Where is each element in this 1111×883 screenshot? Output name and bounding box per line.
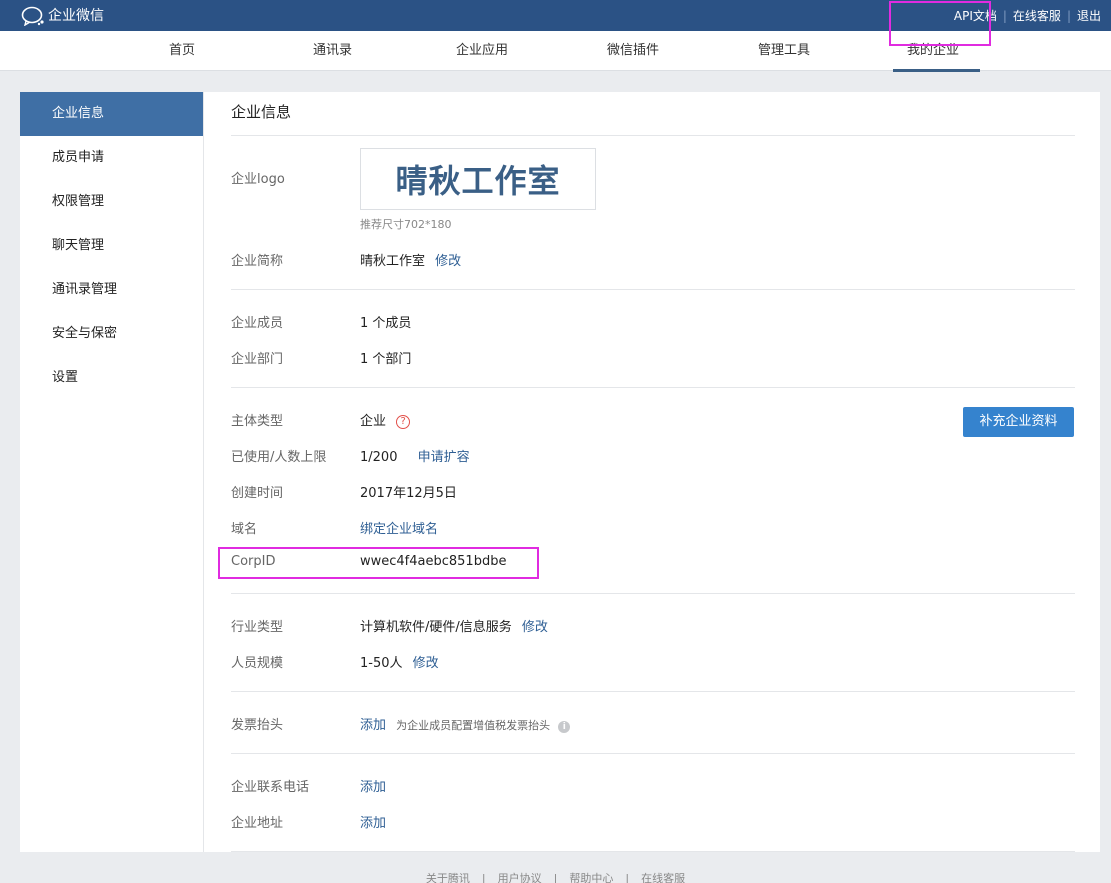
sidebar: 企业信息 成员申请 权限管理 聊天管理 通讯录管理 安全与保密 设置 xyxy=(20,92,204,852)
divider xyxy=(231,753,1075,754)
created-label: 创建时间 xyxy=(231,486,284,501)
logo-size-hint: 推荐尺寸702*180 xyxy=(360,218,452,231)
highlight-box-corpid xyxy=(218,547,539,579)
edit-industry-link[interactable]: 修改 xyxy=(522,620,548,635)
enterprise-logo[interactable]: 晴秋工作室 xyxy=(360,148,596,210)
edit-short-name-link[interactable]: 修改 xyxy=(435,254,461,269)
invoice-row: 添加 为企业成员配置增值税发票抬头 i xyxy=(360,714,571,733)
info-icon[interactable]: i xyxy=(558,721,571,733)
sidebar-item-member-applications[interactable]: 成员申请 xyxy=(20,136,203,180)
scale-value: 1-50人 xyxy=(360,656,403,671)
nav-management-tools[interactable]: 管理工具 xyxy=(758,31,810,71)
domain-label: 域名 xyxy=(231,522,258,537)
usage-row: 1/200 申请扩容 xyxy=(360,446,470,465)
divider xyxy=(231,289,1075,290)
industry-row: 计算机软件/硬件/信息服务 修改 xyxy=(360,616,548,635)
nav-home[interactable]: 首页 xyxy=(169,31,195,71)
separator: | xyxy=(553,872,558,883)
logo-label: 企业logo xyxy=(231,172,285,187)
members-label: 企业成员 xyxy=(231,316,284,331)
sidebar-item-enterprise-info[interactable]: 企业信息 xyxy=(20,92,203,136)
invoice-note: 为企业成员配置增值税发票抬头 xyxy=(396,719,551,732)
entity-type-row: 企业 ? xyxy=(360,410,411,429)
separator: | xyxy=(1002,8,1007,23)
usage-value: 1/200 xyxy=(360,450,398,465)
industry-label: 行业类型 xyxy=(231,620,284,635)
enterprise-info-content: 企业信息 企业logo 晴秋工作室 推荐尺寸702*180 企业简称 晴秋工作室… xyxy=(231,92,1075,852)
usage-label: 已使用/人数上限 xyxy=(231,450,327,465)
short-name-value: 晴秋工作室 xyxy=(360,254,426,269)
members-value: 1 个成员 xyxy=(360,316,412,331)
sidebar-item-permissions[interactable]: 权限管理 xyxy=(20,180,203,224)
logout-link[interactable]: 退出 xyxy=(1077,7,1101,24)
footer-help-link[interactable]: 帮助中心 xyxy=(569,872,613,883)
edit-scale-link[interactable]: 修改 xyxy=(413,656,439,671)
add-address-link[interactable]: 添加 xyxy=(360,812,386,831)
sidebar-item-contacts-management[interactable]: 通讯录管理 xyxy=(20,268,203,312)
short-name-label: 企业简称 xyxy=(231,254,284,269)
footer-support-link[interactable]: 在线客服 xyxy=(641,872,685,883)
divider xyxy=(231,593,1075,594)
brand-name: 企业微信 xyxy=(48,8,104,24)
nav-contacts[interactable]: 通讯录 xyxy=(313,31,352,71)
nav-apps[interactable]: 企业应用 xyxy=(456,31,508,71)
departments-value: 1 个部门 xyxy=(360,352,412,367)
footer-terms-link[interactable]: 用户协议 xyxy=(498,872,542,883)
sidebar-item-settings[interactable]: 设置 xyxy=(20,356,203,400)
supplement-info-button[interactable]: 补充企业资料 xyxy=(963,407,1074,437)
divider xyxy=(231,851,1075,852)
add-invoice-link[interactable]: 添加 xyxy=(360,718,386,733)
brand[interactable]: 企业微信 xyxy=(21,6,104,26)
separator: | xyxy=(625,872,630,883)
scale-row: 1-50人 修改 xyxy=(360,652,439,671)
sidebar-item-security[interactable]: 安全与保密 xyxy=(20,312,203,356)
footer: 关于腾讯 | 用户协议 | 帮助中心 | 在线客服 xyxy=(0,870,1111,883)
page-title: 企业信息 xyxy=(231,92,1075,136)
separator: | xyxy=(481,872,486,883)
invoice-label: 发票抬头 xyxy=(231,718,284,733)
separator: | xyxy=(1066,8,1071,23)
request-expansion-link[interactable]: 申请扩容 xyxy=(418,450,470,465)
address-label: 企业地址 xyxy=(231,816,284,831)
online-support-link[interactable]: 在线客服 xyxy=(1013,7,1061,24)
nav-wechat-plugin[interactable]: 微信插件 xyxy=(607,31,659,71)
created-value: 2017年12月5日 xyxy=(360,486,457,501)
departments-label: 企业部门 xyxy=(231,352,284,367)
bind-domain-link[interactable]: 绑定企业域名 xyxy=(360,518,438,537)
highlight-box-my-enterprise xyxy=(889,1,991,46)
divider xyxy=(231,691,1075,692)
divider xyxy=(231,387,1075,388)
logo-text: 晴秋工作室 xyxy=(395,162,561,200)
help-icon[interactable]: ? xyxy=(396,415,411,429)
add-phone-link[interactable]: 添加 xyxy=(360,776,386,795)
phone-label: 企业联系电话 xyxy=(231,780,310,795)
entity-type-label: 主体类型 xyxy=(231,414,284,429)
sidebar-item-chat-management[interactable]: 聊天管理 xyxy=(20,224,203,268)
industry-value: 计算机软件/硬件/信息服务 xyxy=(360,620,512,635)
nav-active-indicator xyxy=(893,69,980,72)
short-name-row: 晴秋工作室 修改 xyxy=(360,250,461,269)
main-panel: 企业信息 成员申请 权限管理 聊天管理 通讯录管理 安全与保密 设置 企业信息 … xyxy=(20,92,1100,852)
footer-about-link[interactable]: 关于腾讯 xyxy=(426,872,470,883)
entity-type-value: 企业 xyxy=(360,414,387,429)
wecom-logo-icon xyxy=(21,6,44,26)
scale-label: 人员规模 xyxy=(231,656,284,671)
